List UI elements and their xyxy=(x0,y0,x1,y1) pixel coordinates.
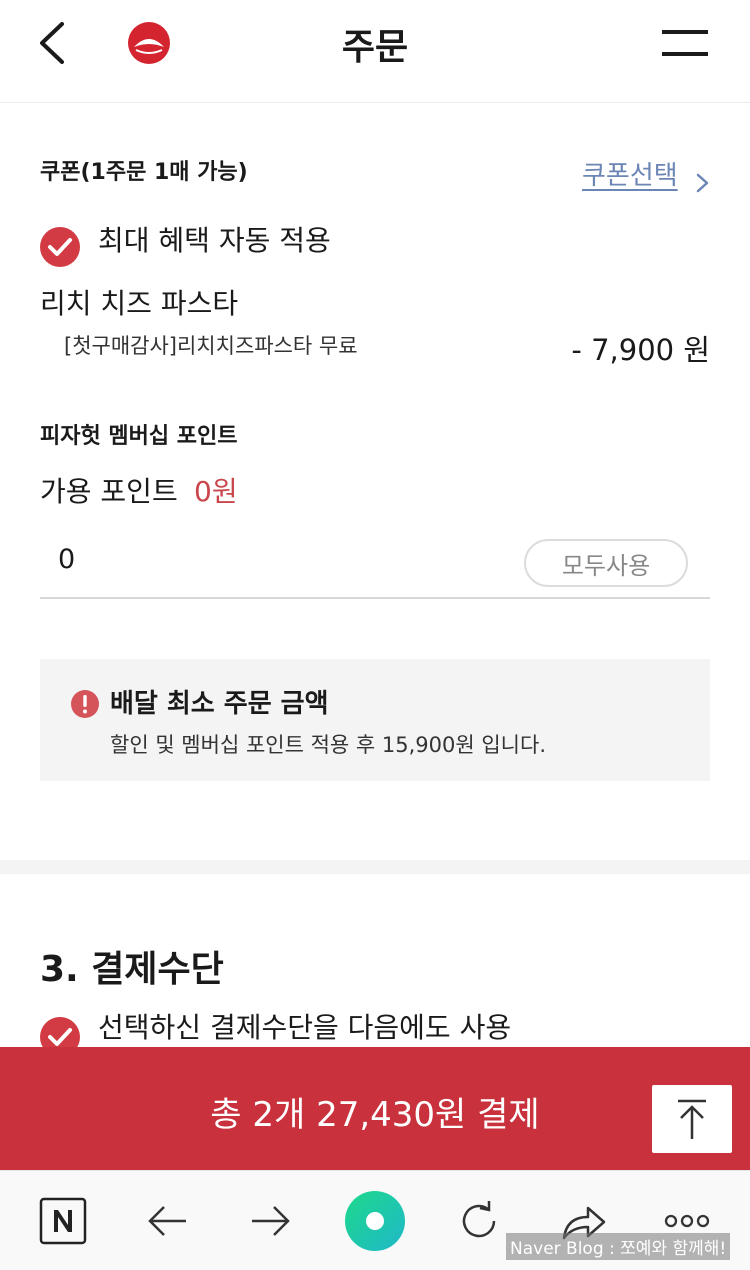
available-points-label: 가용 포인트 xyxy=(40,475,178,508)
available-points-value: 0원 xyxy=(194,475,238,508)
use-all-points-button[interactable]: 모두사용 xyxy=(524,539,688,587)
section-divider xyxy=(0,860,750,874)
arrow-up-icon xyxy=(678,1099,706,1139)
watermark: Naver Blog : 쪼예와 함께해! xyxy=(506,1233,731,1260)
coupon-product-name: 리치 치즈 파스타 xyxy=(40,287,239,320)
exclamation-circle-icon xyxy=(71,690,99,718)
points-input[interactable] xyxy=(40,530,538,588)
coupon-description: [첫구매감사]리치치즈파스타 무료 xyxy=(64,334,358,358)
membership-points-heading: 피자헛 멤버십 포인트 xyxy=(40,424,238,449)
pay-button[interactable]: 총 2개 27,430원 결제 xyxy=(0,1047,750,1170)
payment-section-title: 3. 결제수단 xyxy=(40,949,224,990)
page-title: 주문 xyxy=(341,27,409,68)
chevron-left-icon[interactable] xyxy=(30,18,80,68)
notice-title: 배달 최소 주문 금액 xyxy=(110,689,329,719)
pizza-hut-logo xyxy=(128,22,170,64)
browser-toolbar: Naver Blog : 쪼예와 함께해! xyxy=(0,1170,750,1270)
points-input-underline xyxy=(40,597,710,599)
check-circle-icon[interactable] xyxy=(39,226,81,268)
scroll-to-top-button[interactable] xyxy=(652,1085,732,1153)
coupon-discount-amount: - 7,900 원 xyxy=(571,333,710,367)
notice-description: 할인 및 멤버십 포인트 적용 후 15,900원 입니다. xyxy=(110,733,547,757)
hamburger-menu-icon[interactable] xyxy=(660,24,710,64)
chevron-right-icon[interactable] xyxy=(692,172,712,194)
app-header: 주문 xyxy=(0,0,750,103)
pay-button-label: 총 2개 27,430원 결제 xyxy=(210,1095,540,1135)
coupon-select-link[interactable]: 쿠폰선택 xyxy=(582,155,678,192)
back-arrow-icon[interactable] xyxy=(142,1196,192,1246)
coupon-heading: 쿠폰(1주문 1매 가능) xyxy=(40,160,248,185)
forward-arrow-icon[interactable] xyxy=(246,1196,296,1246)
refresh-icon[interactable] xyxy=(454,1196,504,1246)
minimum-order-notice: 배달 최소 주문 금액 할인 및 멤버십 포인트 적용 후 15,900원 입니… xyxy=(40,659,710,781)
auto-apply-label: 최대 혜택 자동 적용 xyxy=(98,224,331,257)
save-payment-method-label: 선택하신 결제수단을 다음에도 사용 xyxy=(98,1011,512,1044)
green-dot-icon[interactable] xyxy=(344,1190,406,1252)
naver-n-icon[interactable] xyxy=(38,1196,88,1246)
